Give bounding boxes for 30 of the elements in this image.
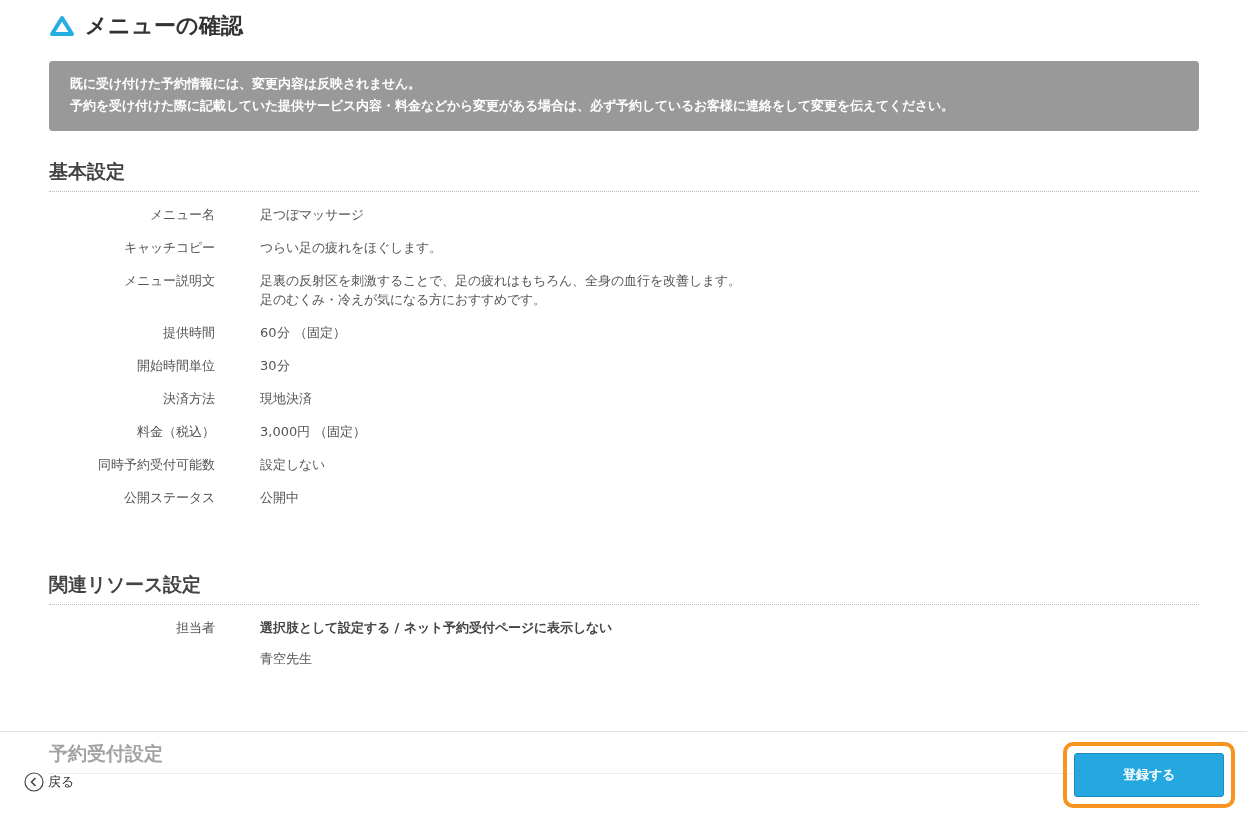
field-value: つらい足の疲れをほぐします。 bbox=[260, 239, 443, 257]
triangle-logo-icon bbox=[49, 15, 75, 37]
field-value: 3,000円 （固定） bbox=[260, 423, 368, 441]
notice-text: 既に受け付けた予約情報には、変更内容は反映されません。 bbox=[70, 75, 422, 93]
field-label: キャッチコピー bbox=[123, 239, 215, 257]
field-label: メニュー名 bbox=[149, 206, 215, 224]
field-value: 30分 bbox=[260, 357, 291, 375]
page-title: メニューの確認 bbox=[85, 12, 243, 40]
field-label: 担当者 bbox=[175, 619, 215, 637]
field-value: 足つぼマッサージ bbox=[260, 206, 365, 224]
field-value: 足のむくみ・冷えが気になる方におすすめです。 bbox=[260, 291, 547, 309]
field-value: 現地決済 bbox=[260, 390, 313, 408]
field-value: 60分 （固定） bbox=[260, 324, 347, 342]
section-heading: 関連リソース設定 bbox=[49, 572, 1199, 605]
field-value: 公開中 bbox=[260, 489, 300, 507]
field-value: 設定しない bbox=[260, 456, 326, 474]
field-label: 同時予約受付可能数 bbox=[97, 456, 215, 474]
chevron-left-icon bbox=[24, 771, 44, 792]
field-label: 提供時間 bbox=[162, 324, 215, 342]
field-label: 決済方法 bbox=[162, 390, 215, 408]
field-value: 選択肢として設定する / ネット予約受付ページに表示しない bbox=[260, 619, 613, 637]
field-value: 足裏の反射区を刺激することで、足の疲れはもちろん、全身の血行を改善します。 bbox=[260, 272, 742, 290]
field-label: 料金（税込） bbox=[136, 423, 215, 441]
field-value: 青空先生 bbox=[260, 650, 313, 668]
field-label: 開始時間単位 bbox=[136, 357, 215, 375]
back-button[interactable]: 戻る bbox=[24, 771, 74, 792]
field-label: メニュー説明文 bbox=[123, 272, 215, 290]
notice-text: 予約を受け付けた際に記載していた提供サービス内容・料金などから変更がある場合は、必ず予約しているお客様に連絡をして変更を伝えてください。 bbox=[70, 97, 955, 115]
field-label: 公開ステータス bbox=[123, 489, 215, 507]
section-heading: 基本設定 bbox=[49, 159, 1199, 192]
